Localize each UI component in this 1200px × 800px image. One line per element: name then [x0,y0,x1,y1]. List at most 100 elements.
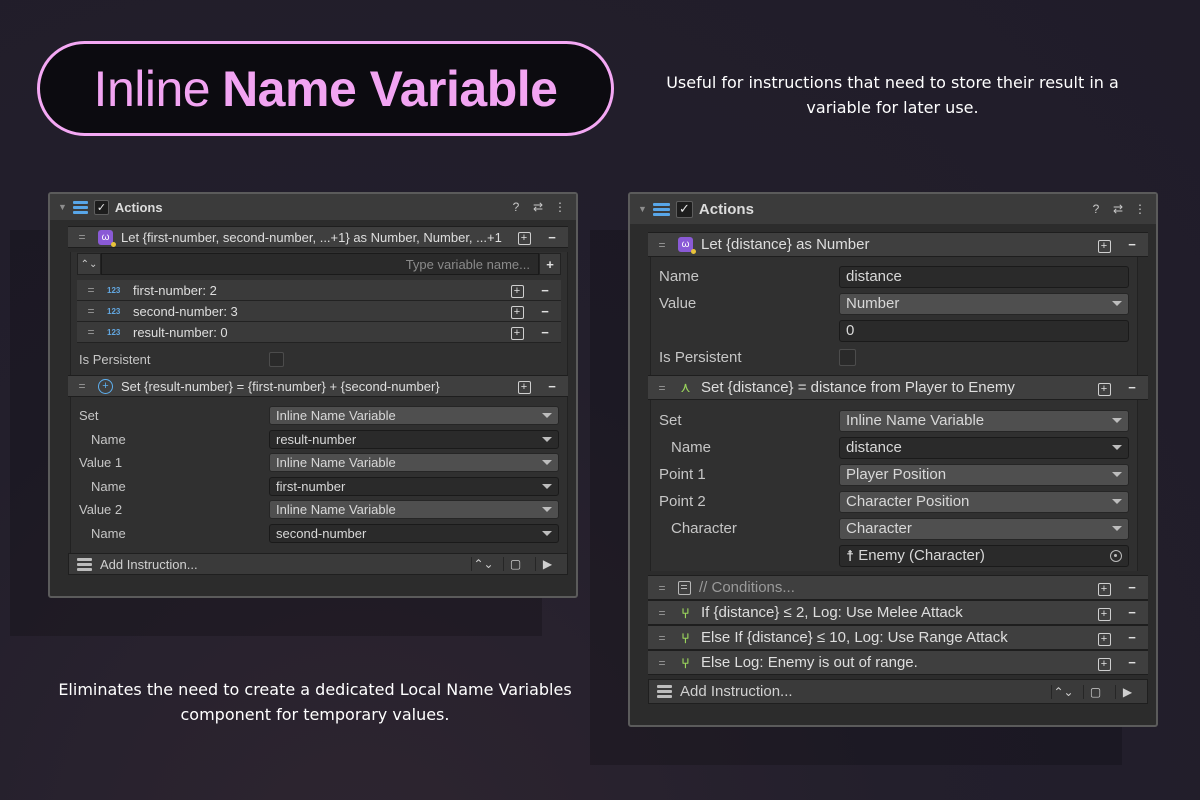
variable-name-input[interactable]: Type variable name... [101,253,539,275]
property-label: Name [91,431,126,447]
add-button[interactable]: + [507,282,527,298]
collapse-triangle-icon[interactable]: ▼ [58,202,67,212]
actions-header[interactable]: ▼ ✓ Actions ? ⇄ ⋮ [630,194,1156,224]
let-body: ⌃⌄ Type variable name... + = 123 first-n… [70,252,568,375]
help-icon[interactable]: ? [508,200,524,214]
is-persistent-checkbox[interactable] [839,349,856,366]
add-button[interactable]: + [1094,655,1114,671]
instruction-set[interactable]: = + Set {result-number} = {first-number}… [68,375,568,397]
drag-handle-icon[interactable]: = [654,631,670,645]
remove-button[interactable]: − [1122,605,1142,620]
instruction-let[interactable]: = ω Let {first-number, second-number, ..… [68,226,568,248]
add-button[interactable]: + [1094,580,1114,596]
property-name-field[interactable]: first-number [269,476,559,496]
settings-sliders-icon[interactable]: ⇄ [1110,202,1126,216]
is-persistent-label: Is Persistent [659,349,742,366]
settings-sliders-icon[interactable]: ⇄ [530,200,546,214]
remove-button[interactable]: − [535,283,555,298]
property-name-field[interactable]: result-number [269,429,559,449]
enabled-checkbox[interactable]: ✓ [675,200,693,218]
drag-handle-icon[interactable]: = [83,325,99,339]
remove-button[interactable]: − [1122,380,1142,395]
enabled-checkbox[interactable]: ✓ [93,199,109,215]
remove-button[interactable]: − [542,379,562,394]
drag-handle-icon[interactable]: = [83,304,99,318]
expand-collapse-icon[interactable]: ⌃⌄ [77,253,101,275]
add-button[interactable]: + [507,324,527,340]
clipboard-icon[interactable]: ▢ [1083,684,1107,699]
property-dropdown[interactable]: Inline Name Variable [839,409,1129,432]
add-button[interactable]: + [514,229,534,245]
instruction-let[interactable]: = ω Let {distance} as Number + − [648,232,1148,257]
clipboard-icon[interactable]: ▢ [503,557,527,571]
more-menu-icon[interactable]: ⋮ [1132,202,1148,216]
remove-button[interactable]: − [1122,580,1142,595]
property-dropdown[interactable]: Player Position [839,463,1129,486]
add-button[interactable]: + [1094,630,1114,646]
name-field[interactable]: distance [839,265,1129,288]
property-dropdown[interactable]: Character Position [839,490,1129,513]
property-label: Value 1 [79,455,123,471]
remove-button[interactable]: − [542,230,562,245]
drag-handle-icon[interactable]: = [654,606,670,620]
add-button[interactable]: + [1094,380,1114,396]
list-item[interactable]: = // Conditions... + − [648,575,1148,600]
remove-button[interactable]: − [535,304,555,319]
list-item[interactable]: = ⑂ If {distance} ≤ 2, Log: Use Melee Atta… [648,600,1148,625]
drag-handle-icon[interactable]: = [654,656,670,670]
value-number-field[interactable]: 0 [839,319,1129,342]
property-dropdown[interactable]: Inline Name Variable [269,500,559,520]
value-type-dropdown[interactable]: Number [839,292,1129,315]
play-icon[interactable]: ▶ [1115,684,1139,699]
property-name-field[interactable]: distance [839,436,1129,459]
drag-handle-icon[interactable]: = [654,581,670,595]
collapse-all-icon[interactable]: ⌃⌄ [471,557,495,571]
character-object-field[interactable]: ☨ Enemy (Character) [839,544,1129,567]
list-item[interactable]: = ⑂ Else Log: Enemy is out of range. + − [648,650,1148,675]
object-picker-icon[interactable] [1110,549,1122,562]
actions-stack-icon [72,200,88,214]
remove-button[interactable]: − [535,325,555,340]
collapse-triangle-icon[interactable]: ▼ [638,204,647,214]
add-button[interactable]: + [1094,605,1114,621]
add-instruction-bar[interactable]: Add Instruction... ⌃⌄ ▢ ▶ [648,679,1148,704]
add-button[interactable]: + [514,378,534,394]
add-button[interactable]: + [507,303,527,319]
variable-list: = 123 first-number: 2 + − = 123 second-n… [77,280,561,343]
instruction-label: Set {result-number} = {first-number} + {… [121,378,440,394]
add-variable-button[interactable]: + [539,253,561,275]
drag-handle-icon[interactable]: = [74,230,90,244]
property-label: Point 2 [659,493,706,510]
instruction-label: // Conditions... [699,579,795,596]
instruction-set[interactable]: = ⋏ Set {distance} = distance from Playe… [648,375,1148,400]
property-dropdown[interactable]: Inline Name Variable [269,406,559,426]
property-row: Value 2 Inline Name Variable [71,498,567,522]
actions-header[interactable]: ▼ ✓ Actions ? ⇄ ⋮ [50,194,576,220]
add-instruction-bar[interactable]: Add Instruction... ⌃⌄ ▢ ▶ [68,553,568,575]
hero-title: Inline Name Variable [37,41,614,136]
list-item[interactable]: = 123 first-number: 2 + − [77,280,561,301]
drag-handle-icon[interactable]: = [654,381,670,395]
add-instruction-label: Add Instruction... [100,556,198,572]
collapse-all-icon[interactable]: ⌃⌄ [1051,684,1075,699]
property-name-field[interactable]: second-number [269,523,559,543]
list-item[interactable]: = 123 second-number: 3 + − [77,301,561,322]
remove-button[interactable]: − [1122,237,1142,252]
remove-button[interactable]: − [1122,630,1142,645]
property-dropdown[interactable]: Character [839,517,1129,540]
more-menu-icon[interactable]: ⋮ [552,200,568,214]
instruction-label: Else Log: Enemy is out of range. [701,654,918,671]
help-icon[interactable]: ? [1088,202,1104,216]
drag-handle-icon[interactable]: = [83,283,99,297]
variable-search-row: ⌃⌄ Type variable name... + [77,252,561,276]
list-item[interactable]: = 123 result-number: 0 + − [77,322,561,343]
number-type-icon: 123 [107,285,121,295]
remove-button[interactable]: − [1122,655,1142,670]
add-button[interactable]: + [1094,237,1114,253]
is-persistent-checkbox[interactable] [269,351,284,367]
property-dropdown[interactable]: Inline Name Variable [269,453,559,473]
list-item[interactable]: = ⑂ Else If {distance} ≤ 10, Log: Use Rang… [648,625,1148,650]
drag-handle-icon[interactable]: = [74,379,90,393]
play-icon[interactable]: ▶ [535,557,559,571]
drag-handle-icon[interactable]: = [654,238,670,252]
